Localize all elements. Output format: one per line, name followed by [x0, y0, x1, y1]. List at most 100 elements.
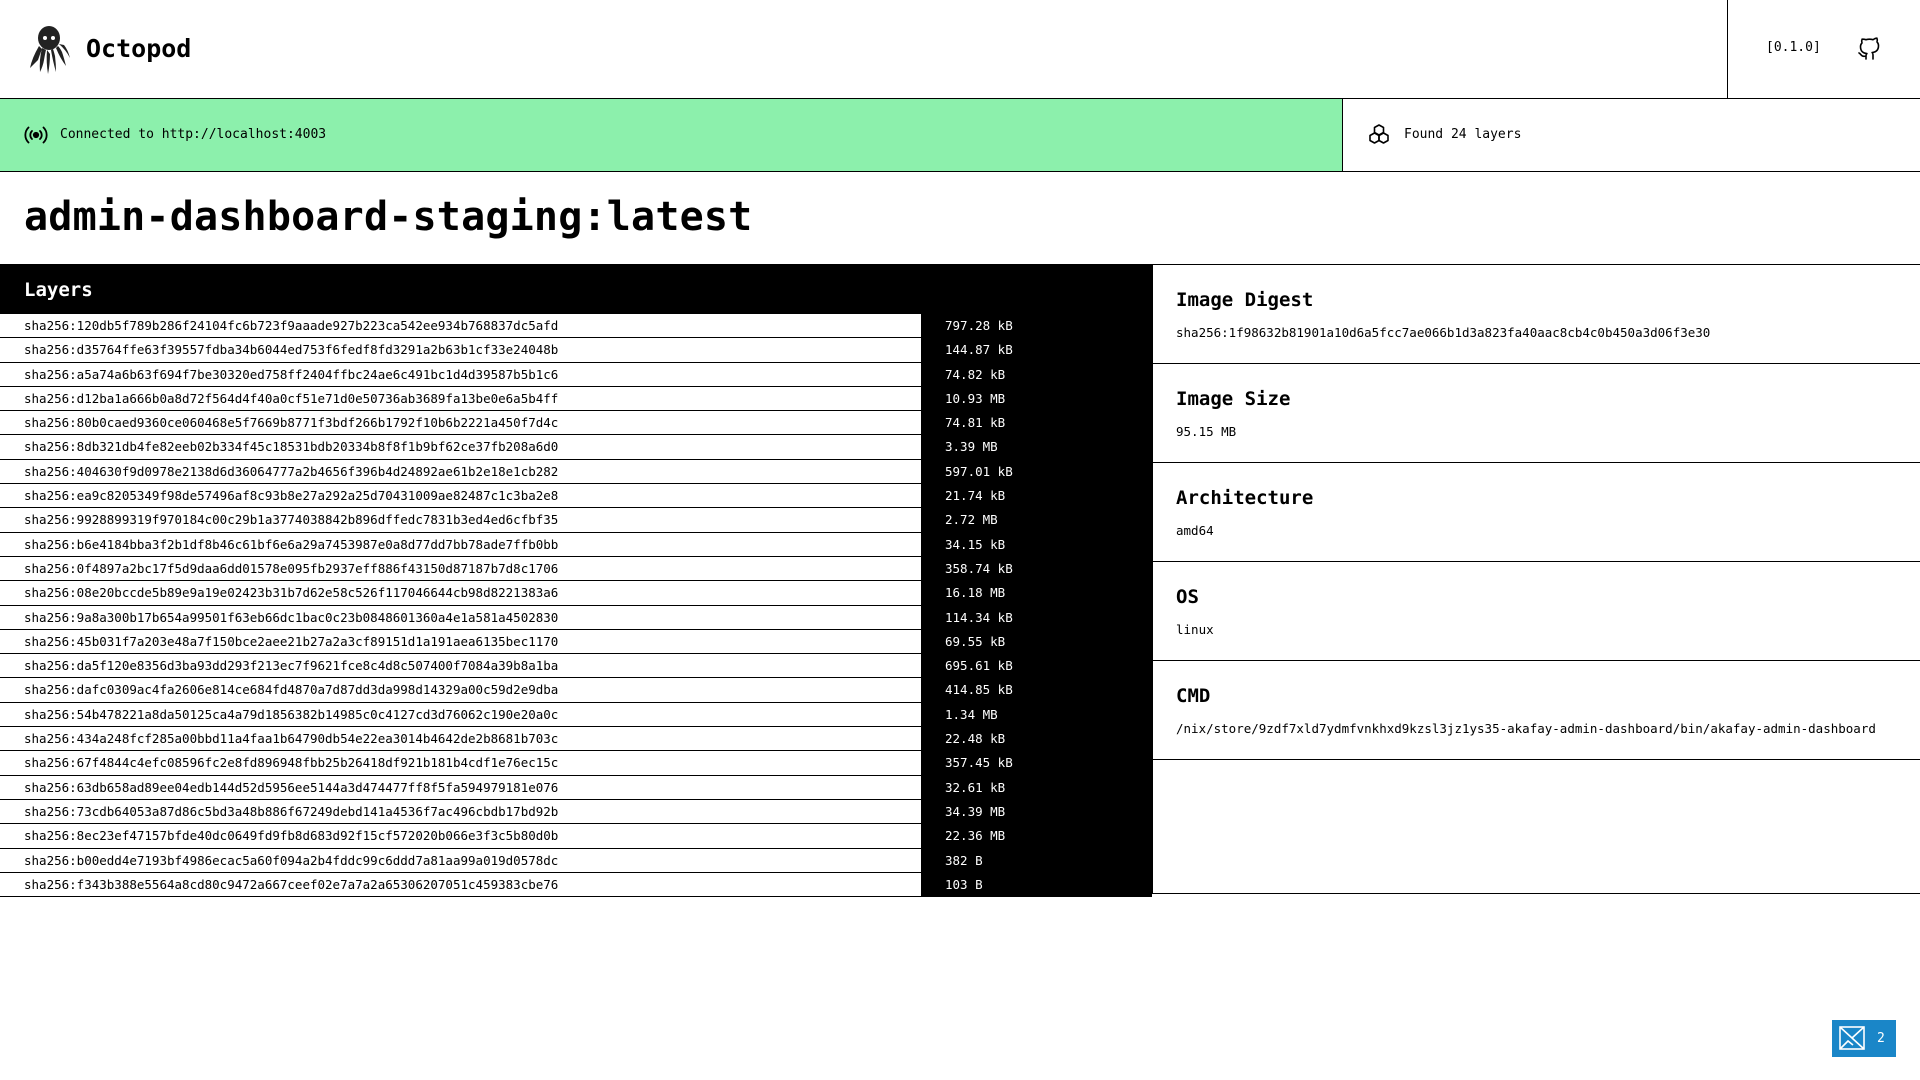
layer-row[interactable]: sha256:63db658ad89ee04edb144d52d5956ee51… — [0, 775, 1152, 800]
layer-size: 34.39 MB — [921, 799, 1152, 824]
layer-size: 74.82 kB — [921, 362, 1152, 386]
layer-size-value: 1.34 MB — [945, 706, 998, 722]
layer-row[interactable]: sha256:404630f9d0978e2138d6d36064777a2b4… — [0, 459, 1152, 485]
layer-list: sha256:120db5f789b286f24104fc6b723f9aaad… — [0, 314, 1152, 898]
layer-size: 797.28 kB — [921, 314, 1152, 338]
detail-value: sha256:1f98632b81901a10d6a5fcc7ae066b1d3… — [1176, 325, 1711, 340]
layer-hash: sha256:b6e4184bba3f2b1df8b46c61bf6e6a29a… — [24, 536, 559, 552]
layer-size-value: 2.72 MB — [945, 512, 998, 528]
layer-size-value: 695.61 kB — [945, 658, 1013, 674]
layer-hash: sha256:b00edd4e7193bf4986ecac5a60f094a2b… — [24, 852, 559, 868]
layer-row[interactable]: sha256:8db321db4fe82eeb02b334f45c18531bd… — [0, 435, 1152, 460]
layer-size: 3.39 MB — [921, 435, 1152, 459]
layer-row[interactable]: sha256:b00edd4e7193bf4986ecac5a60f094a2b… — [0, 848, 1152, 873]
layer-size: 1.34 MB — [921, 702, 1152, 727]
layer-hash: sha256:da5f120e8356d3ba93dd293f213ec7f96… — [24, 658, 559, 674]
layer-size: 357.45 kB — [921, 751, 1152, 775]
layer-size: 414.85 kB — [921, 678, 1152, 702]
layer-size-value: 797.28 kB — [945, 318, 1013, 333]
detail-label: Image Digest — [1176, 289, 1314, 311]
layer-size-value: 114.34 kB — [945, 609, 1013, 625]
detail-label: OS — [1176, 586, 1199, 608]
layer-size-value: 21.74 kB — [945, 488, 1006, 504]
layers-heading: Layers — [24, 279, 93, 301]
layer-size: 382 B — [921, 848, 1152, 872]
layer-hash: sha256:45b031f7a203e48a7f150bce2aee21b27… — [24, 633, 559, 649]
layer-hash: sha256:ea9c8205349f98de57496af8c93b8e27a… — [24, 488, 559, 504]
layer-size-value: 10.93 MB — [945, 390, 1006, 406]
layer-row[interactable]: sha256:d12ba1a666b0a8d72f564d4f40a0cf51e… — [0, 386, 1152, 412]
layer-size-value: 74.82 kB — [945, 366, 1006, 382]
layer-row[interactable]: sha256:b6e4184bba3f2b1df8b46c61bf6e6a29a… — [0, 532, 1152, 557]
layer-size-value: 597.01 kB — [945, 463, 1013, 479]
layer-row[interactable]: sha256:45b031f7a203e48a7f150bce2aee21b27… — [0, 629, 1152, 655]
layer-row[interactable]: sha256:d35764ffe63f39557fdba34b6044ed753… — [0, 338, 1152, 363]
app-title: Octopod — [86, 34, 192, 63]
layer-size-value: 22.36 MB — [945, 828, 1006, 844]
detail-architecture: Architecture amd64 — [1153, 463, 1920, 562]
github-icon[interactable] — [1857, 37, 1881, 61]
layer-hash: sha256:f343b388e5564a8cd80c9472a667ceef0… — [24, 876, 559, 892]
image-placeholder-icon — [1839, 1026, 1865, 1050]
layer-size-value: 32.61 kB — [945, 779, 1006, 795]
layer-row[interactable]: sha256:f343b388e5564a8cd80c9472a667ceef0… — [0, 872, 1152, 898]
layer-size-value: 34.15 kB — [945, 536, 1006, 552]
found-layers-text: Found 24 layers — [1404, 127, 1522, 142]
layer-hash: sha256:120db5f789b286f24104fc6b723f9aaad… — [24, 318, 559, 333]
layer-row[interactable]: sha256:54b478221a8da50125ca4a79d1856382b… — [0, 702, 1152, 728]
layer-row[interactable]: sha256:67f4844c4efc08596fc2e8fd896948fbb… — [0, 751, 1152, 776]
badge-count: 2 — [1877, 1031, 1885, 1046]
layer-size: 16.18 MB — [921, 581, 1152, 605]
layer-hash: sha256:8ec23ef47157bfde40dc0649fd9fb8d68… — [24, 828, 559, 844]
layer-size-value: 358.74 kB — [945, 560, 1013, 576]
layer-size: 69.55 kB — [921, 629, 1152, 654]
layer-size-value: 414.85 kB — [945, 682, 1013, 698]
detail-os: OS linux — [1153, 562, 1920, 661]
layer-row[interactable]: sha256:dafc0309ac4fa2606e814ce684fd4870a… — [0, 678, 1152, 703]
layer-hash: sha256:63db658ad89ee04edb144d52d5956ee51… — [24, 779, 559, 795]
detail-label: Image Size — [1176, 388, 1291, 410]
layer-size-value: 3.39 MB — [945, 439, 998, 455]
layer-size-value: 144.87 kB — [945, 342, 1013, 358]
layer-size-value: 382 B — [945, 852, 983, 868]
connected-text: Connected to http://localhost:4003 — [60, 127, 327, 142]
image-details: Image Digest sha256:1f98632b81901a10d6a5… — [1152, 264, 1920, 894]
layer-hash: sha256:dafc0309ac4fa2606e814ce684fd4870a… — [24, 682, 559, 698]
layer-size: 597.01 kB — [921, 459, 1152, 484]
layer-hash: sha256:80b0caed9360ce060468e5f7669b8771f… — [24, 415, 559, 431]
layer-size-value: 16.18 MB — [945, 585, 1006, 601]
layer-size: 2.72 MB — [921, 508, 1152, 532]
layer-row[interactable]: sha256:8ec23ef47157bfde40dc0649fd9fb8d68… — [0, 824, 1152, 849]
layers-section: Layers sha256:120db5f789b286f24104fc6b72… — [0, 264, 1152, 898]
detail-value: amd64 — [1176, 523, 1214, 538]
layer-size: 695.61 kB — [921, 654, 1152, 678]
layer-size: 34.15 kB — [921, 532, 1152, 556]
notification-badge[interactable]: 2 — [1832, 1020, 1896, 1057]
detail-value: 95.15 MB — [1176, 424, 1237, 439]
layer-row[interactable]: sha256:08e20bccde5b89e9a19e02423b31b7d62… — [0, 581, 1152, 606]
layers-icon — [1369, 124, 1389, 144]
layer-row[interactable]: sha256:da5f120e8356d3ba93dd293f213ec7f96… — [0, 654, 1152, 679]
layer-row[interactable]: sha256:ea9c8205349f98de57496af8c93b8e27a… — [0, 484, 1152, 509]
layer-row[interactable]: sha256:a5a74a6b63f694f7be30320ed758ff240… — [0, 362, 1152, 387]
layer-hash: sha256:404630f9d0978e2138d6d36064777a2b4… — [24, 463, 559, 479]
layer-row[interactable]: sha256:434a248fcf285a00bbd11a4faa1b64790… — [0, 727, 1152, 752]
layer-hash: sha256:d35764ffe63f39557fdba34b6044ed753… — [24, 342, 559, 358]
layer-row[interactable]: sha256:120db5f789b286f24104fc6b723f9aaad… — [0, 314, 1152, 339]
layer-size-value: 22.48 kB — [945, 731, 1006, 747]
layer-size: 22.48 kB — [921, 727, 1152, 751]
layer-hash: sha256:8db321db4fe82eeb02b334f45c18531bd… — [24, 439, 559, 455]
layer-row[interactable]: sha256:9928899319f970184c00c29b1a3774038… — [0, 508, 1152, 533]
layer-row[interactable]: sha256:9a8a300b17b654a99501f63eb66dc1bac… — [0, 605, 1152, 630]
layer-row[interactable]: sha256:0f4897a2bc17f5d9daa6dd01578e095fb… — [0, 556, 1152, 582]
layer-hash: sha256:08e20bccde5b89e9a19e02423b31b7d62… — [24, 585, 559, 601]
layer-row[interactable]: sha256:73cdb64053a87d86c5bd3a48b886f6724… — [0, 799, 1152, 825]
octopus-icon — [30, 26, 70, 74]
version-label: [0.1.0] — [1766, 40, 1821, 55]
detail-value: /nix/store/9zdf7xld7ydmfvnkhxd9kzsl3jz1y… — [1176, 721, 1876, 736]
layer-hash: sha256:67f4844c4efc08596fc2e8fd896948fbb… — [24, 755, 559, 771]
layer-size-value: 74.81 kB — [945, 415, 1006, 431]
layer-row[interactable]: sha256:80b0caed9360ce060468e5f7669b8771f… — [0, 411, 1152, 436]
layer-size: 358.74 kB — [921, 556, 1152, 581]
detail-image-size: Image Size 95.15 MB — [1153, 364, 1920, 463]
